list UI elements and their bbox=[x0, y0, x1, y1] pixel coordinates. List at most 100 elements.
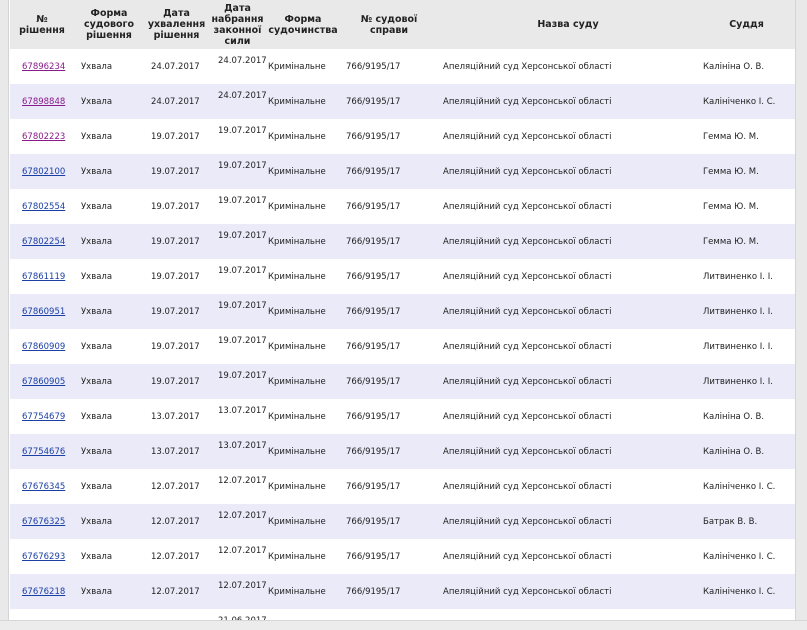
header-decision-date[interactable]: Дата ухвалення рішення bbox=[144, 0, 209, 49]
decision-form-cell: Ухвала bbox=[81, 166, 113, 177]
decision-link[interactable]: 67802100 bbox=[22, 167, 65, 177]
table-row: 67676345 Ухвала 12.07.2017 12.07.2017 Кримін… bbox=[10, 469, 795, 504]
decision-number-cell: 67754676 bbox=[10, 434, 74, 469]
header-decision-number[interactable]: № рішення bbox=[10, 0, 74, 49]
court-name-cell: Апеляційний суд Херсонської області bbox=[443, 446, 612, 457]
decision-form-cell: Ухвала bbox=[81, 551, 113, 562]
legal-force-date-cell: 12.07.2017 bbox=[218, 476, 266, 486]
proceeding-type-cell bbox=[266, 609, 340, 620]
judge-cell: Литвиненко І. І. bbox=[703, 341, 773, 352]
judge-cell: Гемма Ю. М. bbox=[703, 236, 759, 247]
left-border bbox=[0, 0, 9, 630]
decision-date-cell: 19.07.2017 bbox=[151, 306, 200, 317]
decision-form-cell: Ухвала bbox=[81, 341, 113, 352]
legal-force-date-cell: 12.07.2017 bbox=[218, 546, 266, 556]
header-legal-force-date[interactable]: Дата набрання законної сили bbox=[209, 0, 266, 49]
decision-date-cell: 19.07.2017 bbox=[151, 131, 200, 142]
decision-link[interactable]: 67860905 bbox=[22, 377, 65, 387]
table-row: 67896234 Ухвала 24.07.2017 24.07.2017 Кримін… bbox=[10, 49, 795, 84]
court-name-cell: Апеляційний суд Херсонської області bbox=[443, 376, 612, 387]
decision-date-cell bbox=[144, 609, 209, 620]
decision-form-cell: Ухвала bbox=[81, 271, 113, 282]
table-row: 67860951 Ухвала 19.07.2017 19.07.2017 Кримін… bbox=[10, 294, 795, 329]
case-number-cell: 766/9195/17 bbox=[346, 96, 401, 107]
decision-link[interactable]: 67676345 bbox=[22, 482, 65, 492]
case-number-cell: 766/9195/17 bbox=[346, 271, 401, 282]
decision-form-cell bbox=[74, 609, 144, 620]
table-row: 67861119 Ухвала 19.07.2017 19.07.2017 Кримін… bbox=[10, 259, 795, 294]
table-row: 67754676 Ухвала 13.07.2017 13.07.2017 Кримін… bbox=[10, 434, 795, 469]
header-judge[interactable]: Суддя bbox=[698, 0, 795, 49]
bottom-scrollbar[interactable] bbox=[0, 620, 807, 630]
right-border bbox=[795, 0, 807, 630]
table-body: 67896234 Ухвала 24.07.2017 24.07.2017 Кримін… bbox=[10, 49, 795, 620]
decision-link[interactable]: 67898848 bbox=[22, 97, 65, 107]
case-number-cell: 766/9195/17 bbox=[346, 446, 401, 457]
decision-number-cell: 67754679 bbox=[10, 399, 74, 434]
proceeding-type-cell: Кримінальне bbox=[268, 306, 326, 317]
case-number-cell: 766/9195/17 bbox=[346, 236, 401, 247]
decision-link[interactable]: 67860909 bbox=[22, 342, 65, 352]
judge-cell: Калініна О. В. bbox=[703, 61, 765, 72]
header-decision-form[interactable]: Форма судового рішення bbox=[74, 0, 144, 49]
legal-force-date-cell: 24.07.2017 bbox=[218, 56, 266, 66]
judge-cell: Калініна О. В. bbox=[703, 411, 765, 422]
decision-link[interactable]: 67676293 bbox=[22, 552, 65, 562]
decision-form-cell: Ухвала bbox=[81, 131, 113, 142]
table-row: 67754679 Ухвала 13.07.2017 13.07.2017 Кримін… bbox=[10, 399, 795, 434]
decision-number-cell: 67676345 bbox=[10, 469, 74, 504]
table-header: № рішення Форма судового рішення Дата ух… bbox=[10, 0, 795, 49]
case-number-cell: 766/9195/17 bbox=[346, 586, 401, 597]
judge-cell: Гемма Ю. М. bbox=[703, 131, 759, 142]
decision-link[interactable]: 67896234 bbox=[22, 62, 65, 72]
results-table-container[interactable]: № рішення Форма судового рішення Дата ух… bbox=[10, 0, 795, 620]
proceeding-type-cell: Кримінальне bbox=[268, 481, 326, 492]
judge-cell: Батрак В. В. bbox=[703, 516, 758, 527]
proceeding-type-cell: Кримінальне bbox=[268, 271, 326, 282]
decision-link[interactable]: 67676325 bbox=[22, 517, 65, 527]
decision-form-cell: Ухвала bbox=[81, 376, 113, 387]
court-name-cell: Апеляційний суд Херсонської області bbox=[443, 481, 612, 492]
case-number-cell: 766/9195/17 bbox=[346, 131, 401, 142]
decision-link[interactable]: 67802554 bbox=[22, 202, 65, 212]
proceeding-type-cell: Кримінальне bbox=[268, 201, 326, 212]
table-row: 67860909 Ухвала 19.07.2017 19.07.2017 Кримін… bbox=[10, 329, 795, 364]
court-name-cell: Апеляційний суд Херсонської області bbox=[443, 516, 612, 527]
decision-link[interactable]: 67676218 bbox=[22, 587, 65, 597]
decision-number-cell: 67861119 bbox=[10, 259, 74, 294]
table-row: 67802554 Ухвала 19.07.2017 19.07.2017 Кримін… bbox=[10, 189, 795, 224]
table-row: 67860905 Ухвала 19.07.2017 19.07.2017 Кримін… bbox=[10, 364, 795, 399]
decision-link[interactable]: 67754679 bbox=[22, 412, 65, 422]
proceeding-type-cell: Кримінальне bbox=[268, 61, 326, 72]
decision-number-cell: 67802254 bbox=[10, 224, 74, 259]
legal-force-date-cell: 13.07.2017 bbox=[218, 441, 266, 451]
case-number-cell: 766/9195/17 bbox=[346, 166, 401, 177]
case-number-cell: 766/9195/17 bbox=[346, 341, 401, 352]
decision-form-cell: Ухвала bbox=[81, 586, 113, 597]
header-case-number[interactable]: № судової справи bbox=[340, 0, 438, 49]
proceeding-type-cell: Кримінальне bbox=[268, 551, 326, 562]
decision-link[interactable]: 67802254 bbox=[22, 237, 65, 247]
case-number-cell: 766/9195/17 bbox=[346, 411, 401, 422]
court-name-cell bbox=[438, 609, 698, 620]
decision-link[interactable]: 67754676 bbox=[22, 447, 65, 457]
page-frame: № рішення Форма судового рішення Дата ух… bbox=[0, 0, 807, 630]
decision-number-cell: 67898848 bbox=[10, 84, 74, 119]
proceeding-type-cell: Кримінальне bbox=[268, 516, 326, 527]
legal-force-date-cell: 21.06.2017 bbox=[209, 609, 266, 620]
header-proceeding-type[interactable]: Форма судочинства bbox=[266, 0, 340, 49]
proceeding-type-cell: Кримінальне bbox=[268, 166, 326, 177]
decision-link[interactable]: 67861119 bbox=[22, 272, 65, 282]
legal-force-date-cell: 24.07.2017 bbox=[218, 91, 266, 101]
legal-force-date-cell: 19.07.2017 bbox=[218, 196, 266, 206]
case-number-cell: 766/9195/17 bbox=[346, 551, 401, 562]
court-name-cell: Апеляційний суд Херсонської області bbox=[443, 551, 612, 562]
judge-cell: Калініченко І. С. bbox=[703, 551, 776, 562]
legal-force-date-cell: 13.07.2017 bbox=[218, 406, 266, 416]
header-court-name[interactable]: Назва суду bbox=[438, 0, 698, 49]
decision-link[interactable]: 67860951 bbox=[22, 307, 65, 317]
decision-link[interactable]: 67802223 bbox=[22, 132, 65, 142]
table-header-row: № рішення Форма судового рішення Дата ух… bbox=[10, 0, 795, 49]
decision-number-cell: 67860905 bbox=[10, 364, 74, 399]
case-number-cell: 766/9195/17 bbox=[346, 306, 401, 317]
